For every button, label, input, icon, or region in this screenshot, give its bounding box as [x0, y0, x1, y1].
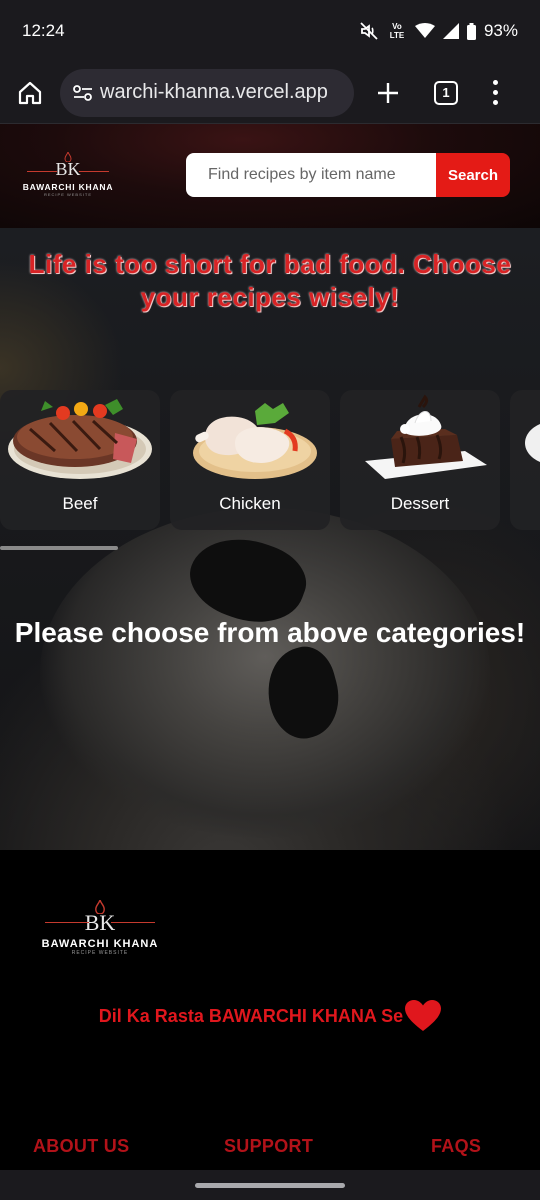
- home-button[interactable]: [10, 73, 50, 113]
- category-card-dessert[interactable]: Dessert: [340, 390, 500, 530]
- search-input[interactable]: [186, 153, 436, 197]
- hero-section: Life is too short for bad food. Choose y…: [0, 228, 540, 850]
- logo-mark: BK: [26, 159, 110, 179]
- menu-button[interactable]: [480, 71, 510, 115]
- footer-links: ABOUT US SUPPORT FAQS: [0, 1136, 540, 1160]
- url-bar[interactable]: warchi-khanna.vercel.app: [60, 68, 354, 117]
- logo-tagline: RECIPE WEBSITE: [71, 950, 129, 956]
- footer-link-support[interactable]: SUPPORT: [224, 1136, 313, 1157]
- beef-steak-icon: [5, 392, 155, 482]
- system-nav-bar: [0, 1170, 540, 1200]
- search-form: Search: [186, 153, 510, 197]
- logo-tagline: RECIPE WEBSITE: [43, 192, 92, 197]
- category-label: Dessert: [390, 494, 450, 513]
- site-footer: BK BAWARCHI KHANA RECIPE WEBSITE Dil Ka …: [0, 850, 540, 1170]
- gesture-handle[interactable]: [195, 1182, 345, 1188]
- category-card-chicken[interactable]: Chicken: [170, 390, 330, 530]
- heart-icon: [405, 1000, 442, 1031]
- chicken-legs-icon: [175, 392, 325, 482]
- plus-icon: [378, 82, 398, 103]
- category-label: Chicken: [219, 494, 281, 513]
- search-button[interactable]: Search: [436, 153, 510, 197]
- tabs-button[interactable]: 1: [424, 71, 468, 115]
- status-bar: 12:24 Vo LTE 93%: [0, 0, 540, 62]
- empty-state-message: Please choose from above categories!: [14, 617, 526, 648]
- mute-icon: [359, 21, 379, 41]
- footer-tagline: Dil Ka Rasta BAWARCHI KHANA Se: [0, 1000, 540, 1032]
- tabs-icon: 1: [434, 80, 458, 105]
- footer-link-faqs[interactable]: FAQS: [431, 1136, 481, 1157]
- carousel-scrollbar[interactable]: [0, 546, 118, 550]
- signal-icon: [442, 23, 459, 39]
- site-settings-icon[interactable]: [72, 83, 94, 103]
- hero-title: Life is too short for bad food. Choose y…: [28, 249, 512, 312]
- status-icons: Vo LTE 93%: [359, 21, 518, 41]
- logo-name: BAWARCHI KHANA: [41, 938, 159, 950]
- logo-name: BAWARCHI KHANA: [22, 182, 114, 192]
- category-label: Beef: [62, 494, 98, 513]
- volte-icon: Vo LTE: [389, 22, 405, 40]
- battery-icon: [466, 22, 476, 40]
- category-card-beef[interactable]: Beef: [0, 390, 160, 530]
- wifi-icon: [414, 23, 435, 39]
- site-logo[interactable]: BK BAWARCHI KHANA RECIPE WEBSITE: [22, 152, 114, 202]
- tagline-text: Dil Ka Rasta BAWARCHI KHANA Se: [98, 1005, 404, 1026]
- footer-logo[interactable]: BK BAWARCHI KHANA RECIPE WEBSITE: [40, 900, 160, 956]
- footer-link-about[interactable]: ABOUT US: [33, 1136, 129, 1157]
- brownie-dessert-icon: [345, 392, 495, 482]
- battery-percent: 93%: [483, 21, 518, 40]
- status-time: 12:24: [22, 21, 65, 40]
- new-tab-button[interactable]: [366, 71, 410, 115]
- category-card-partial[interactable]: [510, 390, 540, 530]
- logo-mark: BK: [45, 910, 154, 935]
- home-icon: [18, 81, 42, 104]
- menu-icon: [492, 80, 498, 85]
- url-text: warchi-khanna.vercel.app: [100, 81, 328, 103]
- partial-category-icon: [515, 392, 540, 482]
- browser-toolbar: warchi-khanna.vercel.app 1: [0, 62, 540, 124]
- category-carousel[interactable]: Beef Chicken Dessert: [0, 390, 540, 530]
